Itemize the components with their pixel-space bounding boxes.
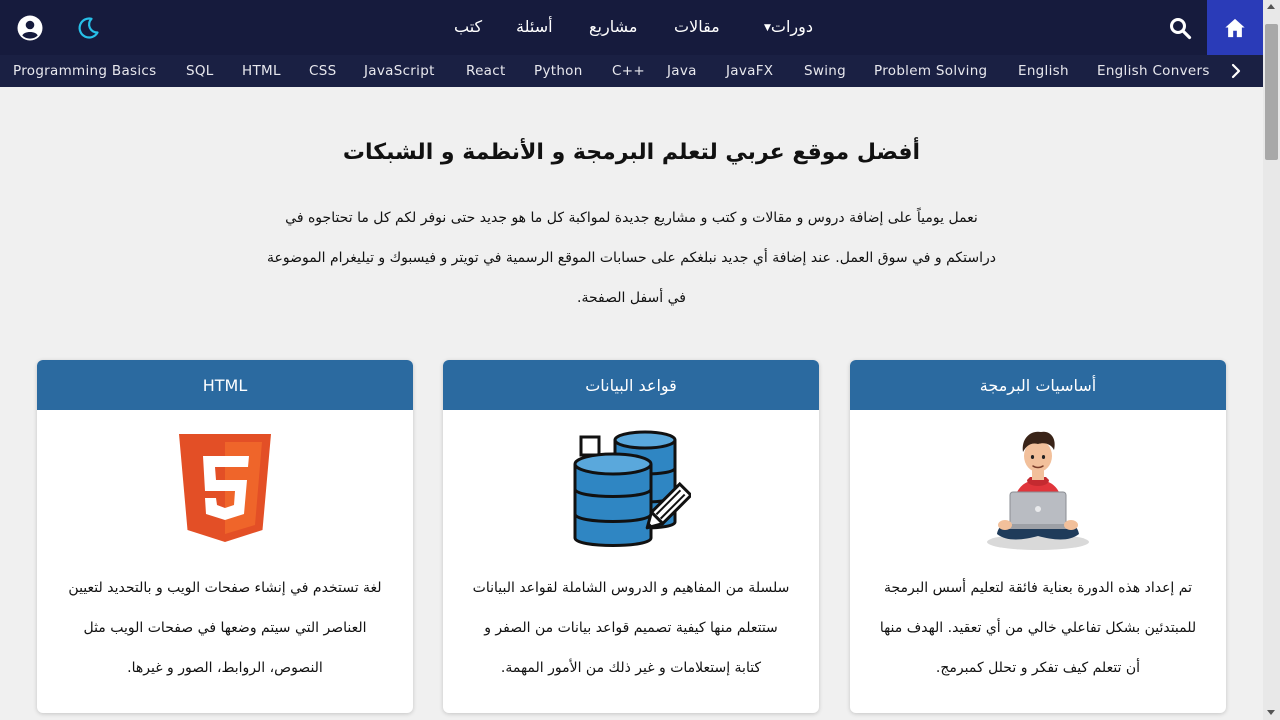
home-button[interactable]: [1207, 0, 1263, 55]
programmer-illustration: [850, 426, 1226, 554]
card-description-line-3: النصوص، الروابط، الصور و غيرها.: [127, 660, 323, 676]
nav-courses-dropdown[interactable]: ▼دورات: [759, 16, 813, 39]
course-tab-english[interactable]: English: [1018, 63, 1069, 80]
home-icon: [1225, 18, 1245, 37]
user-icon[interactable]: [17, 15, 43, 41]
card-description-line-1: لغة تستخدم في إنشاء صفحات الويب و بالتحد…: [68, 580, 382, 596]
course-tab-javascript[interactable]: JavaScript: [364, 63, 435, 80]
nav-courses-label: دورات: [770, 17, 814, 36]
course-tab-java[interactable]: Java: [667, 63, 697, 80]
hero-paragraph-line-1: نعمل يومياً على إضافة دروس و مقالات و كت…: [285, 210, 978, 226]
course-tab-css[interactable]: CSS: [309, 63, 336, 80]
card-description-line-2: العناصر التي سيتم وضعها في صفحات الويب م…: [83, 620, 367, 636]
course-card-databases[interactable]: قواعد البيانات سلسلة من المفاهيم و الدرو…: [443, 360, 819, 713]
course-tab-python[interactable]: Python: [534, 63, 583, 80]
course-tabs-bar: Programming Basics SQL HTML CSS JavaScri…: [0, 55, 1263, 87]
card-title[interactable]: HTML: [37, 360, 413, 410]
moon-icon[interactable]: [76, 16, 100, 40]
scrollbar-thumb[interactable]: [1265, 24, 1278, 160]
nav-projects[interactable]: مشاريع: [589, 16, 637, 38]
nav-articles[interactable]: مقالات: [674, 16, 720, 38]
course-tab-programming-basics[interactable]: Programming Basics: [13, 63, 156, 80]
course-tab-swing[interactable]: Swing: [804, 63, 846, 80]
caret-down-icon: ▼: [764, 23, 771, 33]
card-title[interactable]: قواعد البيانات: [443, 360, 819, 410]
card-description-line-1: تم إعداد هذه الدورة بعناية فائقة لتعليم …: [884, 580, 1192, 596]
hero-paragraph-line-3: في أسفل الصفحة.: [577, 290, 686, 306]
chevron-right-icon[interactable]: [1227, 62, 1245, 80]
course-tab-sql[interactable]: SQL: [186, 63, 214, 80]
course-tab-cpp[interactable]: C++: [612, 63, 645, 80]
card-description-line-1: سلسلة من المفاهيم و الدروس الشاملة لقواع…: [472, 580, 790, 596]
course-tab-html[interactable]: HTML: [242, 63, 281, 80]
course-card-html[interactable]: HTML لغة تستخدم في إنشاء صفحات الويب و ب…: [37, 360, 413, 713]
scroll-down-arrow-icon[interactable]: [1267, 710, 1275, 715]
scroll-up-arrow-icon[interactable]: [1267, 4, 1275, 9]
nav-books[interactable]: كتب: [454, 16, 482, 38]
card-description-line-3: كتابة إستعلامات و غير ذلك من الأمور المه…: [500, 660, 762, 676]
page-title: أفضل موقع عربي لتعلم البرمجة و الأنظمة و…: [342, 140, 921, 165]
course-tab-react[interactable]: React: [466, 63, 506, 80]
card-description-line-3: أن تتعلم كيف تفكر و تحلل كمبرمج.: [935, 660, 1141, 676]
card-description-line-2: ستتعلم منها كيفية تصميم قواعد بيانات من …: [484, 620, 778, 636]
hero-paragraph-line-2: دراستكم و في سوق العمل. عند إضافة أي جدي…: [267, 250, 996, 266]
course-tab-english-conversation[interactable]: English Convers: [1097, 63, 1210, 80]
page-scrollbar[interactable]: [1263, 0, 1280, 720]
card-title[interactable]: أساسيات البرمجة: [850, 360, 1226, 410]
html5-logo-icon: [37, 426, 413, 554]
database-illustration: [443, 426, 819, 554]
nav-questions[interactable]: أسئلة: [516, 16, 553, 38]
course-card-programming-basics[interactable]: أساسيات البرمجة تم إعداد هذه الدورة بعنا…: [850, 360, 1226, 713]
card-description-line-2: للمبتدئين بشكل تفاعلي خالي من أي تعقيد. …: [879, 620, 1197, 636]
course-tab-problem-solving[interactable]: Problem Solving: [874, 63, 987, 80]
course-tab-javafx[interactable]: JavaFX: [726, 63, 773, 80]
top-navbar: ▼دورات مقالات مشاريع أسئلة كتب: [0, 0, 1263, 55]
search-icon[interactable]: [1168, 16, 1192, 40]
